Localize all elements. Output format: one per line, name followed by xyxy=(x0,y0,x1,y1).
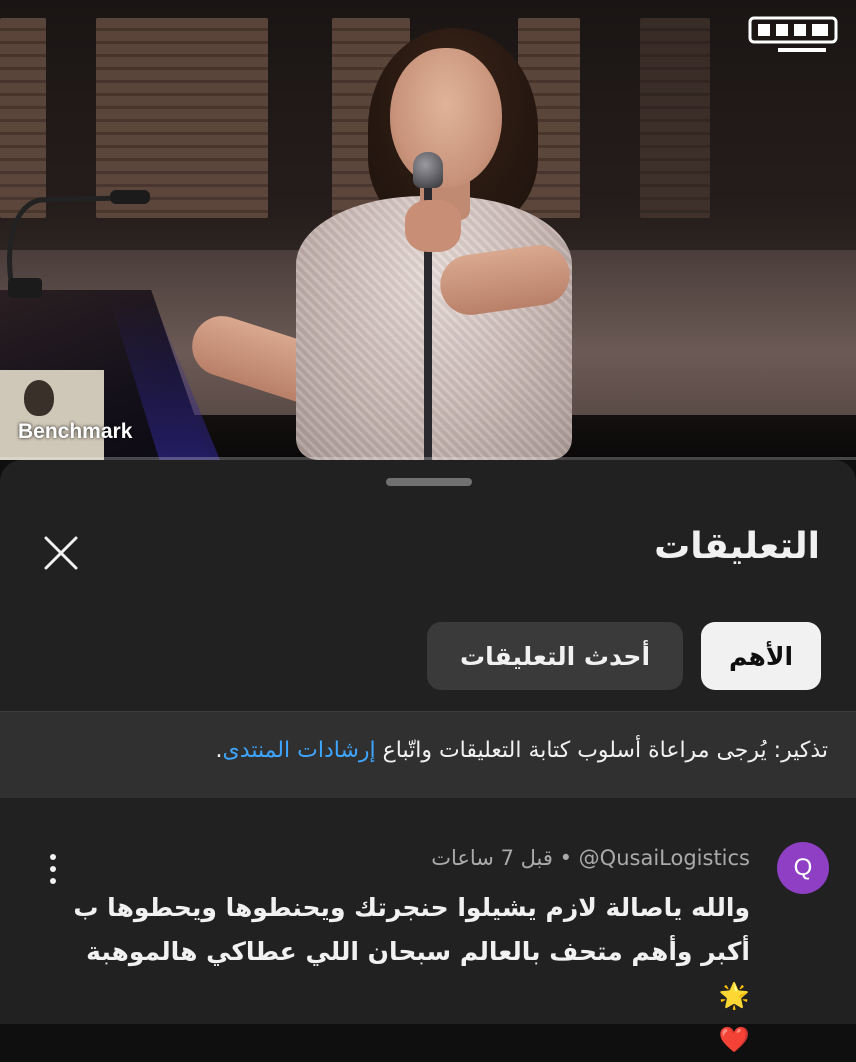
comment-author[interactable]: @QusaiLogistics xyxy=(579,846,750,870)
comment-line: والله ياصالة لازم يشيلوا حنجرتك ويحنطوها… xyxy=(73,893,750,922)
comments-sheet: التعليقات الأهم أحدث التعليقات تذكير: يُ… xyxy=(0,460,856,1054)
more-vert-icon xyxy=(50,866,56,872)
comment-text: والله ياصالة لازم يشيلوا حنجرتك ويحنطوها… xyxy=(50,886,750,1062)
meta-separator: • xyxy=(559,846,572,870)
stage-panel xyxy=(640,18,710,218)
poster-portrait xyxy=(24,380,54,416)
reminder-suffix: . xyxy=(215,738,223,763)
reminder-text: تذكير: يُرجى مراعاة أسلوب كتابة التعليقا… xyxy=(216,738,828,763)
more-vert-icon xyxy=(50,878,56,884)
avatar[interactable]: Q xyxy=(777,842,829,894)
podium-microphone xyxy=(7,190,150,298)
comment-more-button[interactable] xyxy=(40,852,66,886)
sheet-title: التعليقات xyxy=(654,526,820,567)
singer-face xyxy=(390,48,502,188)
more-vert-icon xyxy=(50,854,56,860)
singer-hand xyxy=(405,200,461,252)
drag-handle[interactable] xyxy=(386,478,472,486)
close-button[interactable] xyxy=(40,532,82,574)
community-reminder: تذكير: يُرجى مراعاة أسلوب كتابة التعليقا… xyxy=(0,711,856,798)
community-guidelines-link[interactable]: إرشادات المنتدى xyxy=(223,738,376,763)
sort-chip-top[interactable]: الأهم xyxy=(701,622,821,690)
video-player[interactable]: Benchmark xyxy=(0,0,856,460)
comment-line: أكبر وأهم متحف بالعالم سبحان اللي عطاكي … xyxy=(86,937,750,1010)
comment-line: ❤️ xyxy=(718,1025,750,1054)
comment-meta: @QusaiLogistics • قبل 7 ساعات xyxy=(431,846,750,870)
event-logo xyxy=(748,16,838,52)
reminder-prefix: تذكير: يُرجى مراعاة أسلوب كتابة التعليقا… xyxy=(375,738,828,763)
close-icon xyxy=(44,536,78,570)
podium-poster xyxy=(0,370,104,460)
sort-chip-newest[interactable]: أحدث التعليقات xyxy=(427,622,683,690)
comment-time: قبل 7 ساعات xyxy=(431,846,553,870)
microphone xyxy=(413,152,443,188)
channel-watermark: Benchmark xyxy=(18,420,133,443)
